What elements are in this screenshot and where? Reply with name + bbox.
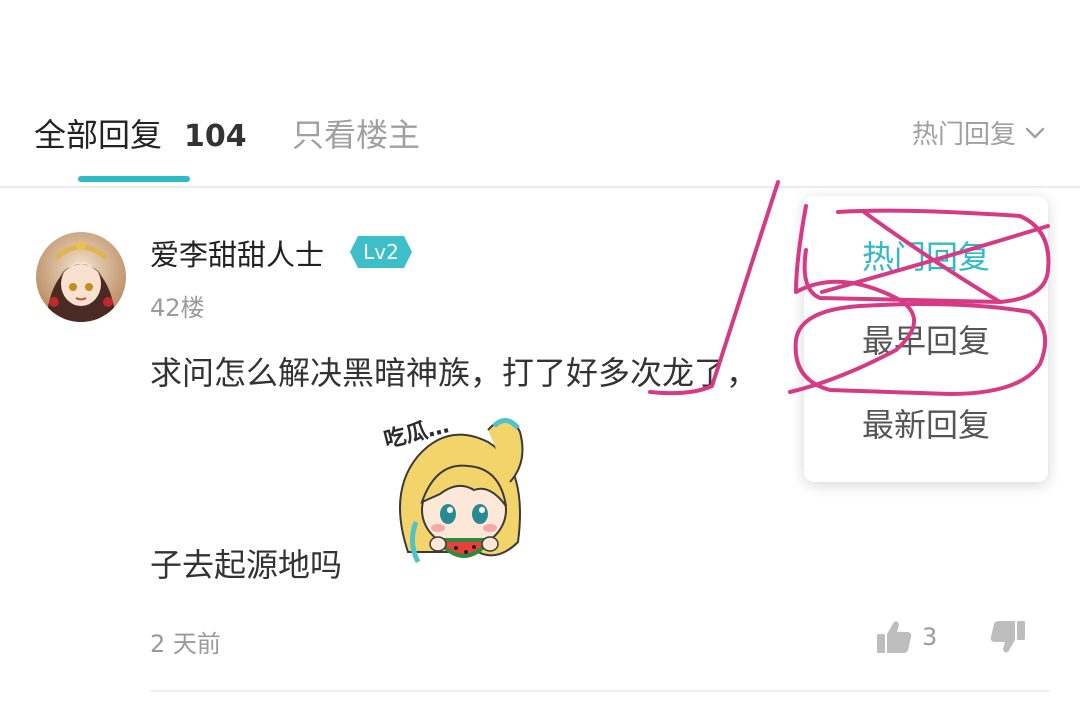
thumbs-up-icon [877,621,912,653]
active-tab-indicator [78,176,190,182]
reply-divider [150,690,1050,692]
reply-tab-bar: 全部回复 104 只看楼主 热门回复 [0,100,1080,188]
sort-option-hot[interactable]: 热门回复 [804,232,1048,278]
screen: 全部回复 104 只看楼主 热门回复 爱李甜甜人士 Lv2 42楼 求问怎么解决… [0,0,1080,713]
level-label: Lv2 [363,240,399,264]
sort-option-latest[interactable]: 最新回复 [804,400,1048,446]
sort-option-earliest[interactable]: 最早回复 [804,316,1048,362]
avatar[interactable] [36,232,126,322]
floor-number: 42楼 [150,294,205,322]
sort-selected-label: 热门回复 [911,120,1016,150]
sort-menu: 热门回复 最早回复 最新回复 [804,196,1048,482]
reply-time: 2 天前 [150,630,221,658]
reply-content-line-2: 子去起源地吗 [150,546,343,584]
username[interactable]: 爱李甜甜人士 [150,232,324,274]
sticker-image: 吃瓜… [378,402,544,572]
thumbs-down-icon [990,621,1025,653]
like-button[interactable]: 3 [876,620,937,654]
reply-count: 104 [184,119,247,154]
tab-all-label: 全部回复 [34,116,163,154]
reply-content-line-1: 求问怎么解决黑暗神族，打了好多次龙了， [150,354,759,392]
tab-owner-only[interactable]: 只看楼主 [292,110,420,156]
level-badge: Lv2 [350,236,412,268]
dislike-button[interactable] [990,620,1026,658]
avatar-image [36,232,126,322]
like-count: 3 [922,623,938,651]
tab-all-replies[interactable]: 全部回复 104 [34,110,247,156]
chevron-down-icon [1025,127,1045,138]
sort-dropdown[interactable]: 热门回复 [912,114,1046,151]
